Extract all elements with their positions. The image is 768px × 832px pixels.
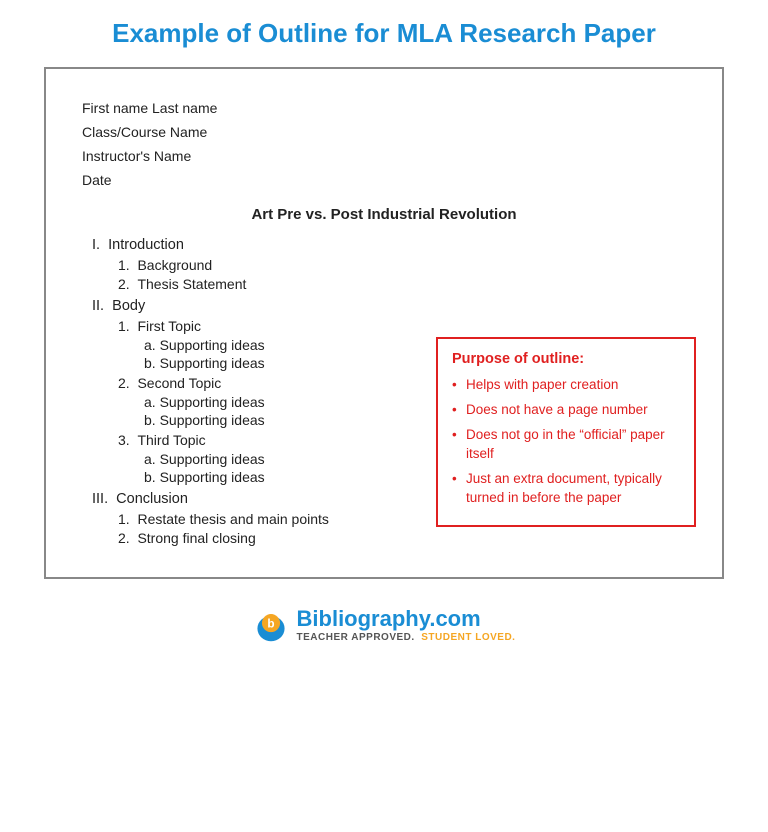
- footer-text: Bibliography.com TEACHER APPROVED. STUDE…: [297, 606, 516, 643]
- paper-title-text: Art Pre vs. Post Industrial Revolution: [82, 206, 686, 223]
- outline-body: I. Introduction 1. Background 2. Thesis …: [82, 237, 686, 546]
- instructor-name: Instructor's Name: [82, 145, 686, 169]
- purpose-item-4: Just an extra document, typically turned…: [452, 469, 680, 508]
- paper-container: First name Last name Class/Course Name I…: [44, 67, 724, 579]
- purpose-box-list: Helps with paper creation Does not have …: [452, 375, 680, 507]
- footer-brand: Bibliography.com: [297, 606, 516, 632]
- section-introduction: I. Introduction: [92, 237, 686, 253]
- tagline-student: STUDENT LOVED.: [421, 632, 515, 643]
- section-label: I. Introduction: [92, 237, 184, 253]
- intro-item-1: 1. Background: [118, 257, 686, 273]
- purpose-box: Purpose of outline: Helps with paper cre…: [436, 337, 696, 526]
- purpose-item-2: Does not have a page number: [452, 400, 680, 420]
- intro-item-2: 2. Thesis Statement: [118, 276, 686, 292]
- purpose-box-title: Purpose of outline:: [452, 351, 680, 367]
- bibliography-logo: b: [253, 605, 289, 643]
- body-topic-1: 1. First Topic: [118, 318, 686, 334]
- author-name: First name Last name: [82, 97, 686, 121]
- page-title: Example of Outline for MLA Research Pape…: [112, 18, 656, 49]
- date-line: Date: [82, 169, 686, 193]
- footer: b Bibliography.com TEACHER APPROVED. STU…: [253, 605, 516, 643]
- purpose-item-1: Helps with paper creation: [452, 375, 680, 395]
- svg-text:b: b: [267, 618, 274, 631]
- tagline-teacher: TEACHER APPROVED.: [297, 632, 415, 643]
- paper-header: First name Last name Class/Course Name I…: [82, 97, 686, 192]
- section-label: III. Conclusion: [92, 491, 188, 507]
- purpose-item-3: Does not go in the “official” paper itse…: [452, 425, 680, 464]
- footer-tagline: TEACHER APPROVED. STUDENT LOVED.: [297, 632, 516, 643]
- section-body: II. Body: [92, 298, 686, 314]
- class-name: Class/Course Name: [82, 121, 686, 145]
- conclusion-item-2: 2. Strong final closing: [118, 530, 686, 546]
- section-label: II. Body: [92, 298, 145, 314]
